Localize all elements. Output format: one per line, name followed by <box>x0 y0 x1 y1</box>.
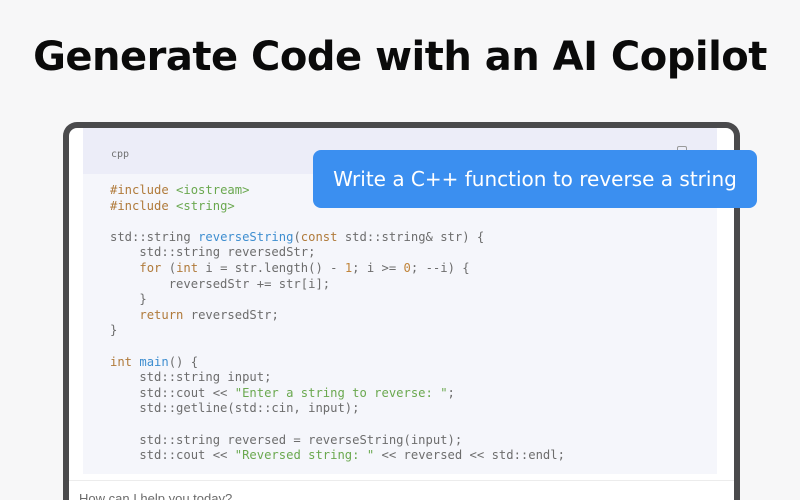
code-line: return reversedStr; <box>110 308 565 324</box>
code-token: std::string& str) { <box>337 229 485 244</box>
chat-input[interactable] <box>79 491 719 500</box>
code-line: std::cout << "Reversed string: " << reve… <box>110 448 565 464</box>
code-token: std::cout << <box>110 448 235 463</box>
chat-input-bar <box>69 480 734 500</box>
code-token: std::getline(std::cin, input); <box>110 401 360 416</box>
code-token: main <box>139 354 169 369</box>
code-token: i = str.length() - <box>198 260 345 275</box>
code-line: std::getline(std::cin, input); <box>110 401 565 417</box>
code-line: } <box>110 292 565 308</box>
code-line: std::string reverseString(const std::str… <box>110 230 565 246</box>
code-token: () { <box>168 354 199 369</box>
code-token: int <box>176 260 199 275</box>
code-token: "Enter a string to reverse: " <box>234 385 448 400</box>
code-line: } <box>110 323 565 339</box>
code-token: std::string <box>110 229 199 244</box>
code-token: return <box>139 307 184 322</box>
code-token: int <box>110 354 133 369</box>
code-token: std::string input; <box>110 370 272 385</box>
code-token: "Reversed string: " <box>234 448 375 463</box>
page-headline: Generate Code with an AI Copilot <box>33 34 767 80</box>
code-line: int main() { <box>110 355 565 371</box>
code-token: reversedStr += str[i]; <box>110 276 331 291</box>
code-token: #include <box>110 183 177 197</box>
code-token: for <box>139 260 162 275</box>
code-content: #include <iostream> #include <string> std:… <box>110 183 565 464</box>
code-token: std::string reversedStr; <box>110 245 316 260</box>
code-line: reversedStr += str[i]; <box>110 277 565 293</box>
code-token: } <box>110 292 147 307</box>
user-prompt-bubble: Write a C++ function to reverse a string <box>313 150 757 208</box>
code-line: std::string input; <box>110 370 565 386</box>
code-token: ; i >= <box>352 260 404 275</box>
code-token: ( <box>161 260 177 275</box>
code-language-label: cpp <box>111 149 130 160</box>
code-token: #include <box>110 198 177 213</box>
code-token: std::cout << <box>110 385 235 400</box>
code-line: std::string reversedStr; <box>110 245 565 261</box>
code-token: 0 <box>403 260 411 275</box>
code-token: } <box>110 323 118 338</box>
code-line: for (int i = str.length() - 1; i >= 0; -… <box>110 261 565 277</box>
code-line: std::cout << "Enter a string to reverse:… <box>110 386 565 402</box>
code-token: reverseString <box>198 229 294 244</box>
code-token: reversedStr; <box>183 307 279 322</box>
code-token: ; --i) { <box>410 260 470 275</box>
code-token: ; <box>447 385 455 400</box>
code-token: <iostream> <box>176 183 250 197</box>
code-line: std::string reversed = reverseString(inp… <box>110 433 565 449</box>
code-token: <string> <box>176 198 235 213</box>
code-token: << reversed << std::endl; <box>374 448 565 463</box>
code-token: std::string reversed = reverseString(inp… <box>110 432 463 447</box>
code-token: ( <box>293 229 301 244</box>
code-token: const <box>300 229 338 244</box>
